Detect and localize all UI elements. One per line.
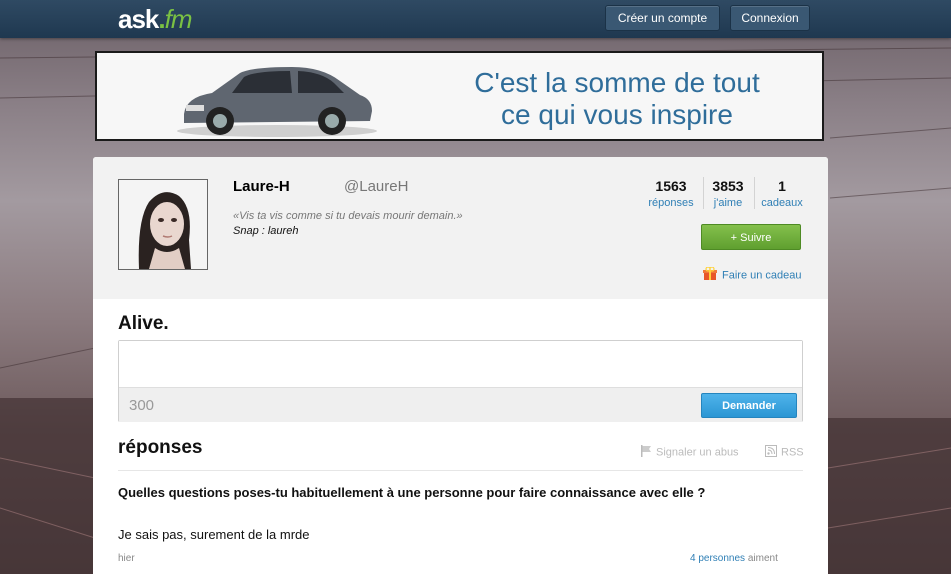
- stat-likes-value: 3853: [712, 178, 744, 194]
- likes-link[interactable]: 4 personnes: [690, 553, 745, 564]
- stat-gifts-value: 1: [778, 178, 786, 194]
- stat-answers-value: 1563: [655, 178, 687, 194]
- character-counter: 300: [129, 397, 155, 414]
- profile-card: Laure-H @LaureH «Vis ta vis comme si tu …: [93, 157, 828, 574]
- advertisement-banner[interactable]: C'est la somme de tout ce qui vous inspi…: [95, 51, 824, 141]
- ask-section-title: Alive.: [118, 313, 169, 334]
- answer-timestamp[interactable]: hier: [118, 553, 135, 564]
- rss-label: RSS: [781, 446, 804, 459]
- gift-icon: [703, 266, 717, 284]
- flag-icon: [640, 445, 652, 460]
- answer-question[interactable]: Quelles questions poses-tu habituellemen…: [118, 484, 778, 502]
- stat-answers[interactable]: 1563 réponses: [646, 178, 696, 209]
- report-abuse-link[interactable]: Signaler un abus: [640, 445, 739, 460]
- follow-button[interactable]: + Suivre: [701, 224, 801, 250]
- profile-bio-snap: Snap : laureh: [233, 225, 299, 237]
- car-image: [177, 67, 377, 137]
- stat-gifts[interactable]: 1 cadeaux: [758, 178, 806, 209]
- question-input[interactable]: [119, 341, 802, 387]
- ask-form-footer: 300 Demander: [119, 387, 802, 422]
- profile-username: @LaureH: [344, 178, 409, 195]
- logo[interactable]: ask.fm: [118, 4, 193, 35]
- stat-divider: [703, 177, 704, 209]
- logo-text: ask: [118, 4, 159, 34]
- divider: [118, 470, 803, 471]
- login-button[interactable]: Connexion: [730, 5, 810, 31]
- top-navigation-bar: ask.fm Créer un compte Connexion: [0, 0, 951, 38]
- answer-likes: 4 personnes aiment: [690, 553, 778, 564]
- profile-name: Laure-H: [233, 178, 290, 195]
- stat-gifts-label: cadeaux: [761, 197, 803, 209]
- profile-bio-quote: «Vis ta vis comme si tu devais mourir de…: [233, 210, 463, 222]
- banner-line-2: ce qui vous inspire: [501, 99, 733, 130]
- gift-label: Faire un cadeau: [722, 269, 802, 282]
- signup-button[interactable]: Créer un compte: [605, 5, 720, 31]
- banner-line-1: C'est la somme de tout: [474, 67, 760, 98]
- report-abuse-label: Signaler un abus: [656, 446, 739, 459]
- stat-likes-label: j'aime: [713, 197, 743, 209]
- stat-divider: [754, 177, 755, 209]
- banner-slogan: C'est la somme de tout ce qui vous inspi…: [437, 67, 797, 131]
- answer-text: Je sais pas, surement de la mrde: [118, 527, 310, 542]
- ask-form: 300 Demander: [118, 340, 803, 422]
- rss-icon: [765, 445, 777, 460]
- ask-submit-button[interactable]: Demander: [701, 393, 797, 418]
- profile-header: Laure-H @LaureH «Vis ta vis comme si tu …: [93, 157, 828, 299]
- logo-suffix: fm: [164, 4, 193, 34]
- avatar-photo: [119, 180, 207, 269]
- answers-section-title: réponses: [118, 437, 203, 458]
- stat-likes[interactable]: 3853 j'aime: [707, 178, 749, 209]
- rss-link[interactable]: RSS: [765, 445, 804, 460]
- avatar[interactable]: [118, 179, 208, 270]
- likes-suffix: aiment: [747, 553, 778, 564]
- gift-link[interactable]: Faire un cadeau: [703, 266, 802, 284]
- stat-answers-label: réponses: [648, 197, 694, 209]
